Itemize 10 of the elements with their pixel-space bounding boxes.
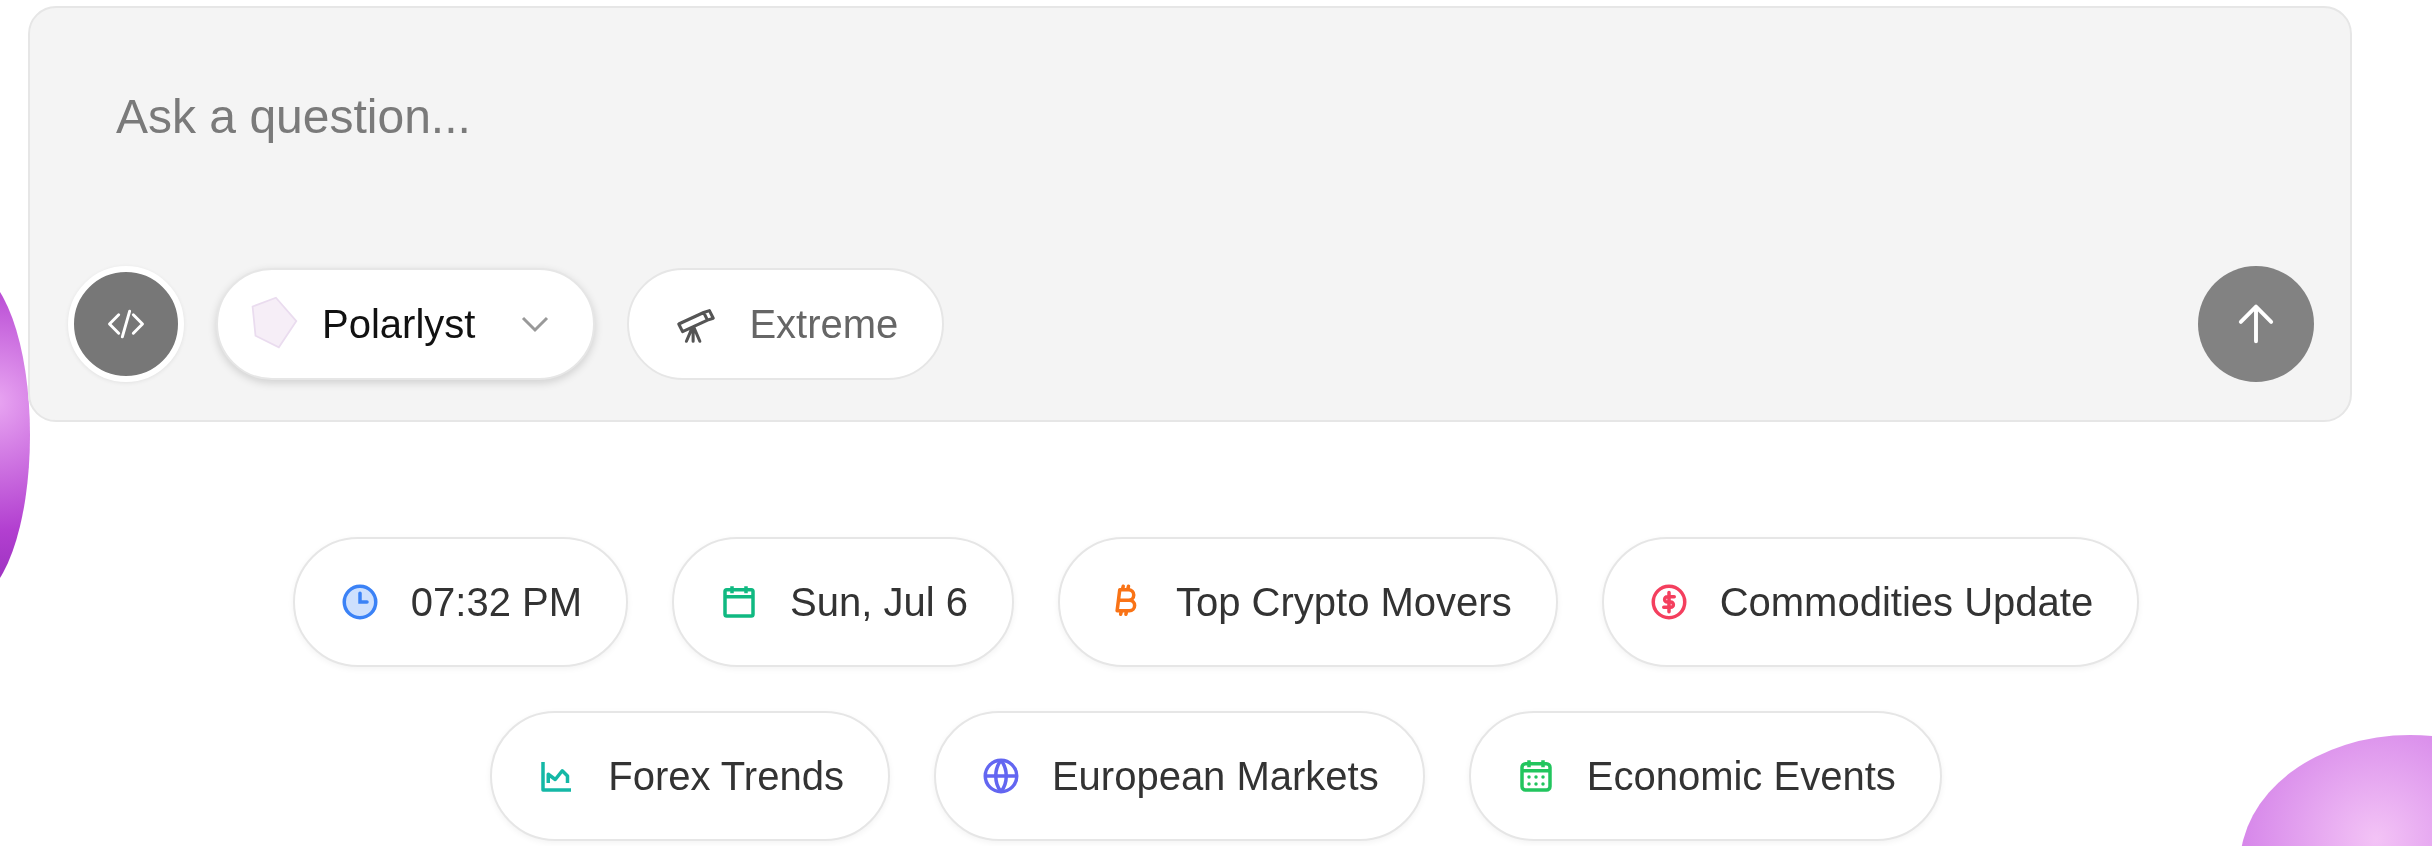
suggestion-chip[interactable]: European Markets [933, 711, 1425, 841]
suggestion-chip[interactable]: 07:32 PM [292, 537, 629, 667]
question-input[interactable]: Ask a question... [116, 86, 2116, 146]
suggestion-chip[interactable]: Commodities Update [1601, 537, 2140, 667]
model-selector[interactable]: Polarlyst [216, 268, 596, 380]
suggestion-chip[interactable]: Economic Events [1468, 711, 1942, 841]
suggestion-chip[interactable]: Forex Trends [490, 711, 890, 841]
mode-button[interactable]: Extreme [627, 268, 945, 380]
suggestion-chip[interactable]: Top Crypto Movers [1057, 537, 1558, 667]
suggestion-chip[interactable]: Sun, Jul 6 [672, 537, 1014, 667]
